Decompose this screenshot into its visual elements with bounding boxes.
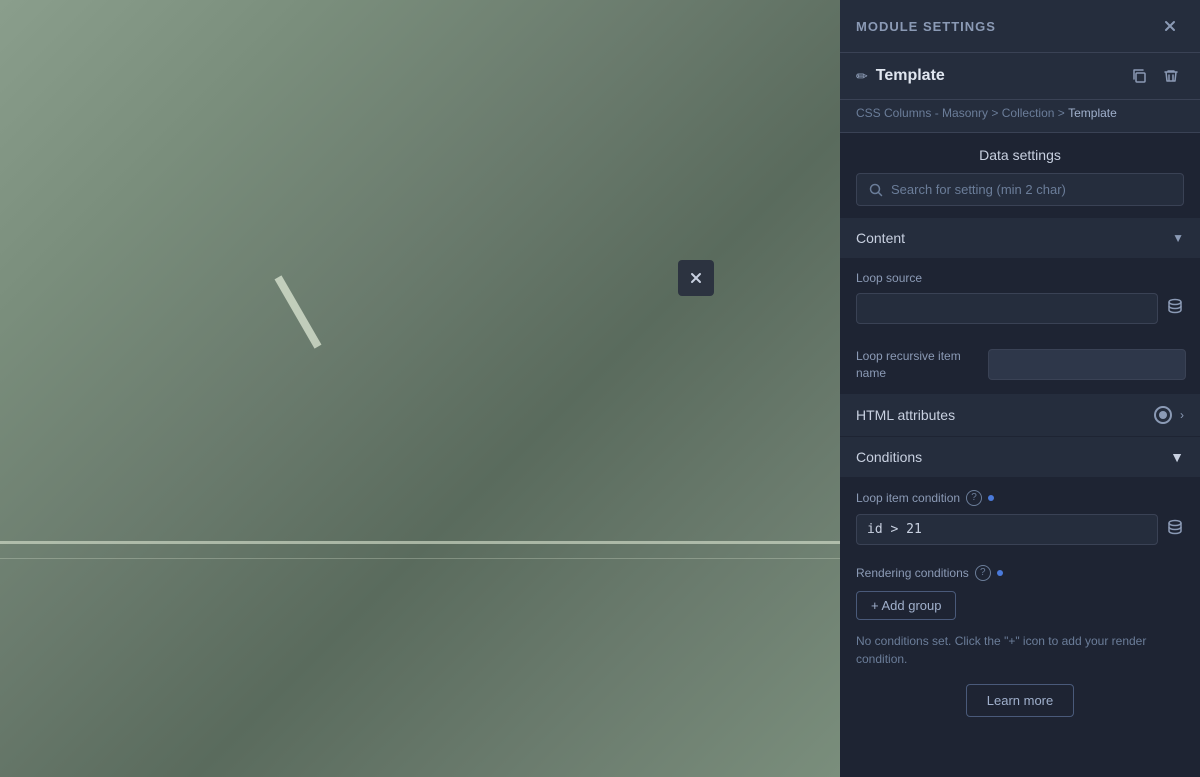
breadcrumb-item-1: CSS Columns - Masonry (856, 106, 988, 120)
delete-button[interactable] (1158, 63, 1184, 89)
canvas-background (0, 0, 840, 777)
loop-recursive-input[interactable] (988, 349, 1186, 380)
copy-icon (1131, 68, 1147, 84)
loop-item-condition-label: Loop item condition (856, 491, 960, 505)
template-row-left: ✏ Template (856, 67, 945, 85)
loop-recursive-field-group: Loop recursive item name (840, 336, 1200, 394)
loop-item-condition-input-row (856, 514, 1184, 545)
loop-recursive-label: Loop recursive item name (856, 348, 976, 382)
search-input[interactable] (891, 182, 1171, 197)
no-conditions-text: No conditions set. Click the "+" icon to… (856, 632, 1184, 668)
panel-close-button[interactable] (1156, 12, 1184, 40)
template-row-icons (1126, 63, 1184, 89)
conditions-chevron-down-icon: ▼ (1170, 449, 1184, 465)
loop-item-condition-group: Loop item condition ? (840, 478, 1200, 553)
breadcrumb-separator-1: > (991, 106, 1001, 120)
canvas-area (0, 0, 840, 777)
loop-item-condition-dot (988, 495, 994, 501)
template-row: ✏ Template (840, 53, 1200, 100)
search-bar (856, 173, 1184, 206)
search-icon (869, 183, 883, 197)
loop-source-label: Loop source (856, 271, 1184, 285)
copy-button[interactable] (1126, 63, 1152, 89)
canvas-close-button[interactable] (678, 260, 714, 296)
rendering-conditions-label: Rendering conditions (856, 566, 969, 580)
conditions-label: Conditions (856, 449, 922, 465)
content-section-header[interactable]: Content ▼ (840, 218, 1200, 258)
rendering-conditions-section: Rendering conditions ? + Add group No co… (840, 553, 1200, 729)
database-icon[interactable] (1166, 297, 1184, 320)
road-stripe-decoration (275, 275, 322, 348)
settings-panel: MODULE SETTINGS ✏ Template (840, 0, 1200, 777)
rendering-conditions-help-icon[interactable]: ? (975, 565, 991, 581)
breadcrumb-separator-2: > (1058, 106, 1068, 120)
panel-title: MODULE SETTINGS (856, 19, 996, 34)
html-attributes-row[interactable]: HTML attributes › (840, 394, 1200, 436)
conditions-section-header[interactable]: Conditions ▼ (840, 437, 1200, 477)
db-icon-svg-2 (1166, 518, 1184, 536)
loop-item-condition-help-icon[interactable]: ? (966, 490, 982, 506)
learn-more-label: Learn more (987, 693, 1053, 708)
learn-more-button[interactable]: Learn more (966, 684, 1074, 717)
close-icon (1162, 18, 1178, 34)
breadcrumb-item-3: Template (1068, 106, 1117, 120)
pencil-icon: ✏ (856, 68, 868, 85)
radio-icon (1154, 406, 1172, 424)
panel-header: MODULE SETTINGS (840, 0, 1200, 53)
panel-body[interactable]: Data settings Content ▼ Loop source (840, 133, 1200, 777)
loop-item-condition-label-row: Loop item condition ? (856, 490, 1184, 506)
add-group-button[interactable]: + Add group (856, 591, 956, 620)
html-attributes-icons: › (1154, 406, 1184, 424)
chevron-right-icon: › (1180, 408, 1184, 422)
trash-icon (1163, 68, 1179, 84)
breadcrumb: CSS Columns - Masonry > Collection > Tem… (840, 100, 1200, 133)
html-attributes-label: HTML attributes (856, 407, 955, 423)
content-chevron-down-icon: ▼ (1172, 231, 1184, 245)
loop-source-input-row (856, 293, 1184, 324)
content-section-label: Content (856, 230, 905, 246)
panel-header-actions (1156, 12, 1184, 40)
loop-source-field-group: Loop source (840, 259, 1200, 336)
condition-database-icon[interactable] (1166, 518, 1184, 541)
add-group-label: + Add group (871, 598, 941, 613)
db-icon-svg (1166, 297, 1184, 315)
breadcrumb-item-2: Collection (1002, 106, 1055, 120)
loop-source-input[interactable] (856, 293, 1158, 324)
rendering-conditions-dot (997, 570, 1003, 576)
data-settings-title: Data settings (840, 133, 1200, 173)
rendering-label-row: Rendering conditions ? (856, 565, 1184, 581)
loop-item-condition-input[interactable] (856, 514, 1158, 545)
close-icon (688, 270, 704, 286)
radio-inner (1159, 411, 1167, 419)
template-row-title: Template (876, 67, 945, 85)
